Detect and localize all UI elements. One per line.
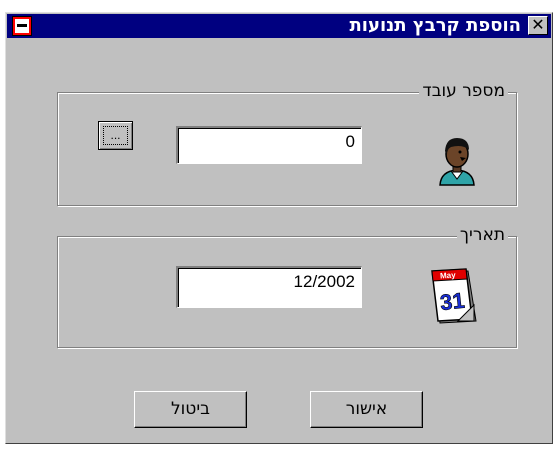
calendar-icon: May 31 (431, 268, 477, 324)
employee-number-label: מספר עובד (419, 81, 508, 101)
cancel-button[interactable]: ביטול (134, 391, 247, 428)
close-button[interactable]: ✕ (528, 16, 548, 35)
ok-button[interactable]: אישור (310, 391, 423, 428)
employee-number-group: מספר עובד ... 0 (57, 81, 517, 206)
employee-number-field[interactable]: 0 (176, 126, 362, 164)
date-label: תאריך (456, 225, 508, 245)
system-menu-icon (15, 19, 29, 33)
person-icon (439, 138, 475, 186)
window-title: הוספת קרבץ תנועות (349, 15, 521, 36)
browse-employee-button[interactable]: ... (98, 121, 133, 150)
close-icon: ✕ (531, 15, 545, 34)
dialog-window: הוספת קרבץ תנועות ✕ מספר עובד ... 0 תארי… (5, 12, 553, 444)
title-bar[interactable]: הוספת קרבץ תנועות ✕ (7, 14, 551, 38)
date-group: תאריך 12/2002 May 31 (57, 225, 517, 348)
calendar-month: May (440, 270, 457, 280)
system-menu-button[interactable] (12, 16, 32, 36)
date-field[interactable]: 12/2002 (176, 266, 362, 308)
browse-button-label: ... (103, 126, 128, 145)
calendar-day: 31 (439, 288, 466, 315)
